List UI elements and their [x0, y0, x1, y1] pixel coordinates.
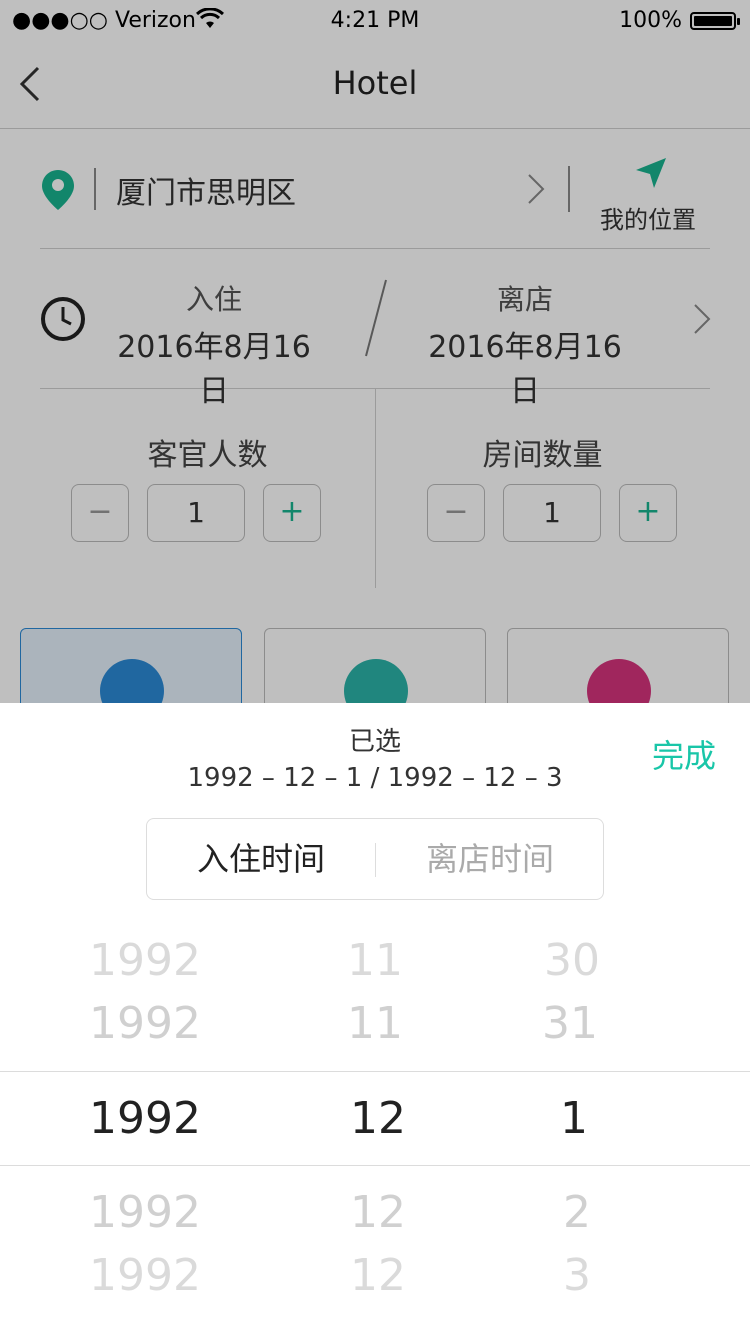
- year-option[interactable]: 1992: [45, 935, 245, 986]
- day-option-selected[interactable]: 1: [474, 1093, 674, 1144]
- selected-title: 已选: [348, 727, 401, 757]
- day-option[interactable]: 3: [477, 1250, 677, 1301]
- month-option[interactable]: 12: [278, 1187, 478, 1238]
- month-option[interactable]: 11: [275, 935, 475, 986]
- day-option[interactable]: 30: [472, 935, 672, 986]
- dim-overlay[interactable]: [0, 0, 750, 703]
- month-option[interactable]: 12: [278, 1250, 478, 1301]
- day-option[interactable]: 2: [477, 1187, 677, 1238]
- tab-checkin-time[interactable]: 入住时间: [147, 819, 375, 901]
- picker-mode-tabs: 入住时间 离店时间: [146, 818, 604, 900]
- month-option-selected[interactable]: 12: [278, 1093, 478, 1144]
- month-option[interactable]: 11: [275, 998, 475, 1049]
- year-option-selected[interactable]: 1992: [45, 1093, 245, 1144]
- done-button[interactable]: 完成: [652, 731, 716, 777]
- tab-checkout-time[interactable]: 离店时间: [376, 819, 604, 901]
- year-option[interactable]: 1992: [45, 998, 245, 1049]
- year-option[interactable]: 1992: [45, 1187, 245, 1238]
- selected-range: 1992 – 12 – 1 / 1992 – 12 – 3: [187, 763, 563, 793]
- year-option[interactable]: 1992: [45, 1250, 245, 1301]
- picker-selection-top-line: [0, 1071, 750, 1072]
- day-option[interactable]: 31: [470, 998, 670, 1049]
- picker-selection-bottom-line: [0, 1165, 750, 1166]
- date-picker-sheet: 已选 1992 – 12 – 1 / 1992 – 12 – 3 完成 入住时间…: [0, 703, 750, 1334]
